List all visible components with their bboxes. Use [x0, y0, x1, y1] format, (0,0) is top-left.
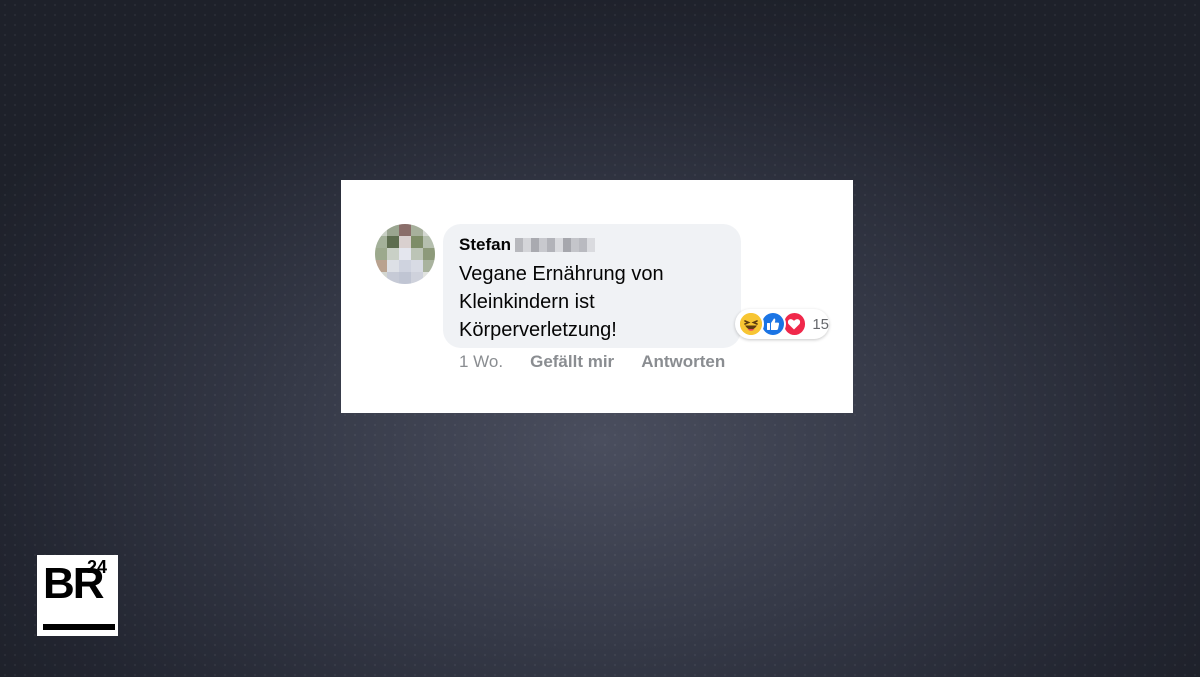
- reactions-summary[interactable]: 15: [735, 309, 829, 339]
- br24-logo: BR 24: [37, 555, 118, 636]
- logo-superscript: 24: [87, 557, 108, 577]
- logo-underline: [43, 624, 115, 630]
- comment-bubble: Stefan Vegane Ernährung von Kleinkindern…: [443, 224, 741, 348]
- timestamp[interactable]: 1 Wo.: [459, 352, 503, 372]
- reply-button[interactable]: Antworten: [641, 352, 725, 372]
- like-button[interactable]: Gefällt mir: [530, 352, 614, 372]
- comment-text: Vegane Ernährung von Kleinkindern ist Kö…: [459, 263, 664, 341]
- comment-actions: 1 Wo. Gefällt mir Antworten: [459, 352, 725, 372]
- avatar[interactable]: [375, 224, 435, 284]
- pixelated-surname: [514, 238, 595, 252]
- author-name[interactable]: Stefan: [459, 235, 511, 255]
- haha-icon: [738, 311, 764, 337]
- reaction-count: 15: [812, 315, 829, 333]
- comment-card: Stefan Vegane Ernährung von Kleinkindern…: [341, 180, 853, 413]
